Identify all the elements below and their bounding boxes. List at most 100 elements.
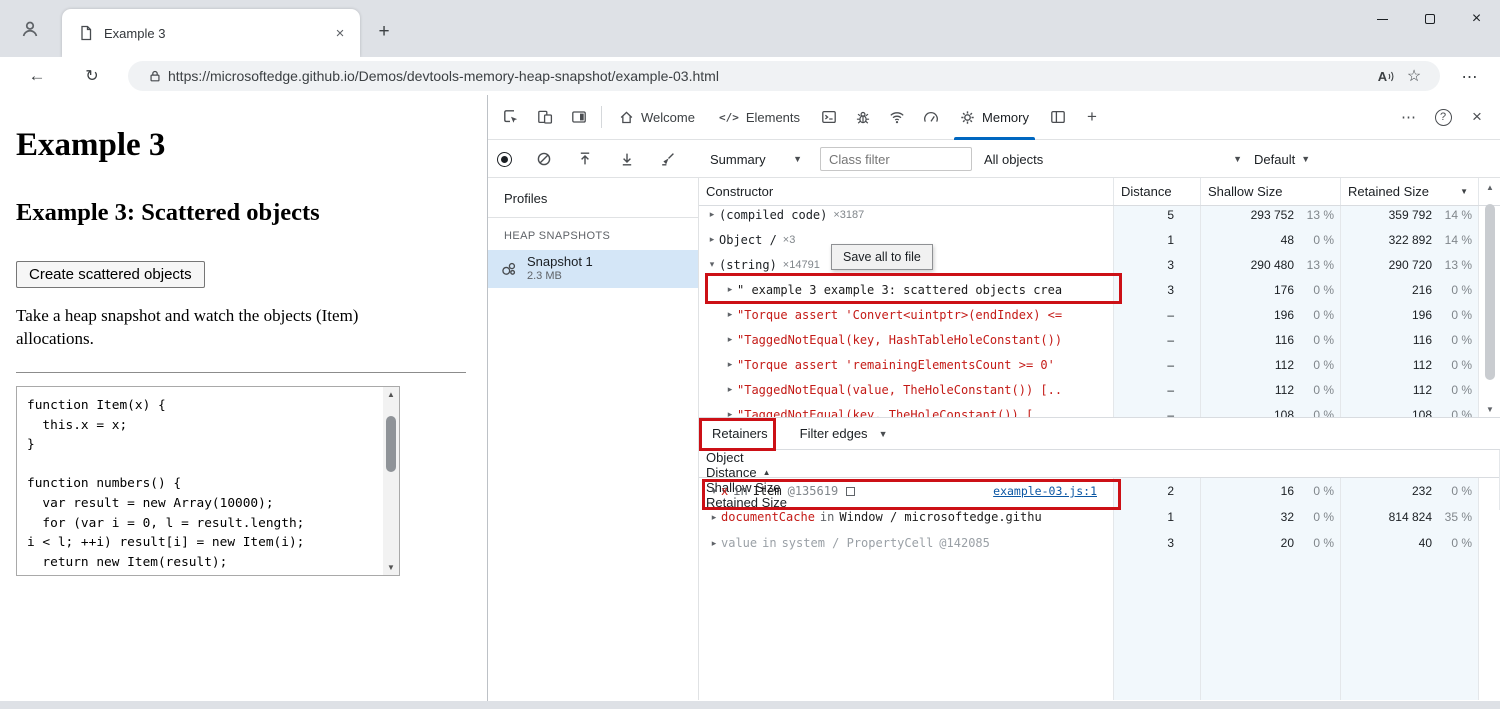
window-close-button[interactable]: ×	[1453, 0, 1500, 38]
profiles-heading: Profiles	[488, 178, 698, 218]
code-scrollbar[interactable]: ▲ ▼	[383, 387, 399, 575]
save-all-to-file-button[interactable]: Save all to file	[831, 244, 933, 270]
heap-grid-row[interactable]: ▸ "Torque assert 'Convert<uintptr>(endInd…	[699, 302, 1500, 327]
content-area: Example 3 Example 3: Scattered objects C…	[0, 95, 1500, 701]
minimize-button[interactable]	[1359, 0, 1406, 38]
column-header-retained[interactable]: Retained Size ▼	[1341, 178, 1479, 205]
heap-grid-row[interactable]: ▸ "TaggedNotEqual(key, HashTableHoleConst…	[699, 327, 1500, 352]
back-button[interactable]: ←	[22, 61, 52, 91]
device-emulation-button[interactable]	[528, 101, 562, 133]
download-arrow-icon	[622, 153, 632, 166]
create-scattered-objects-button[interactable]: Create scattered objects	[16, 261, 205, 288]
column-header-distance[interactable]: Distance	[1114, 178, 1201, 205]
browser-menu-button[interactable]: ⋯	[1456, 63, 1484, 91]
expander-icon[interactable]: ▸	[705, 234, 719, 245]
scroll-up-icon[interactable]: ▲	[383, 387, 399, 402]
sound-waves-icon	[1388, 71, 1394, 81]
dock-side-button[interactable]	[562, 101, 596, 133]
source-link[interactable]: example-03.js:1	[993, 484, 1097, 498]
toolbar-separator	[601, 106, 602, 128]
scroll-up-icon[interactable]: ▲	[1482, 180, 1498, 194]
scrollbar-thumb[interactable]	[1485, 204, 1495, 380]
wifi-icon	[890, 112, 904, 124]
expander-icon[interactable]: ▸	[723, 359, 737, 370]
column-header-constructor[interactable]: Constructor	[699, 178, 1114, 205]
divider	[16, 372, 466, 373]
heap-grid-row[interactable]: ▸ "TaggedNotEqual(value, TheHoleConstant(…	[699, 377, 1500, 402]
heap-grid-row[interactable]: ▸ "Torque assert 'remainingElementsCount …	[699, 352, 1500, 377]
snapshot-item[interactable]: Snapshot 1 2.3 MB	[488, 250, 698, 288]
page-title: Example 3	[16, 127, 166, 163]
retainer-row-highlighted[interactable]: ▾ x in Item @135619 example-03.js:1 2 16…	[699, 478, 1500, 504]
retainer-row[interactable]: ▸ documentCache in Window / microsoftedg…	[699, 504, 1500, 530]
add-panel-button[interactable]: +	[1075, 101, 1109, 133]
tab-network-icon[interactable]	[880, 101, 914, 133]
reveal-object-icon[interactable]	[846, 486, 856, 496]
expander-icon[interactable]: ▸	[723, 409, 737, 417]
devtools-close-button[interactable]: ×	[1460, 101, 1494, 133]
person-icon	[22, 21, 38, 37]
tab-console-icon[interactable]	[812, 101, 846, 133]
class-filter-input[interactable]	[820, 147, 972, 171]
grid-scrollbar[interactable]: ▲ ▼	[1482, 180, 1498, 416]
constructor-grid-header: Constructor Distance Shallow Size Retain…	[699, 178, 1500, 206]
tab-performance-icon[interactable]	[914, 101, 948, 133]
expander-icon[interactable]: ▾	[705, 259, 719, 270]
block-icon	[537, 152, 551, 166]
expander-icon[interactable]: ▸	[705, 209, 719, 220]
tab-debugger-icon[interactable]	[846, 101, 880, 133]
heap-grid-row[interactable]: ▸ Object / ×3 1 48 0 % 322 892 14 %	[699, 227, 1500, 252]
filter-edges-select[interactable]: Filter edges ▼	[800, 426, 888, 441]
tab-close-button[interactable]: ×	[330, 23, 350, 43]
column-header-object[interactable]: Object	[699, 450, 1500, 465]
browser-tab[interactable]: Example 3 ×	[62, 9, 360, 57]
retainer-row[interactable]: ▸ value in system / PropertyCell @142085…	[699, 530, 1500, 556]
constructor-grid-rows: ▸ (compiled code) ×3187 5 293 752 13 % 359 …	[699, 206, 1500, 417]
heap-snapshot-view: Constructor Distance Shallow Size Retain…	[699, 178, 1500, 700]
gauge-icon	[924, 112, 938, 122]
view-select[interactable]: Default ▼	[1254, 147, 1336, 171]
expander-icon[interactable]: ▸	[707, 512, 721, 523]
retainers-grid-header: Object Distance ▲ Shallow Size Retained S…	[699, 450, 1500, 510]
url-field[interactable]: https://microsoftedge.github.io/Demos/de…	[128, 61, 1440, 91]
read-aloud-button[interactable]: A	[1372, 62, 1400, 90]
perspective-select[interactable]: Summary ▼	[710, 147, 802, 171]
profile-avatar[interactable]	[14, 13, 46, 45]
favorites-star-button[interactable]: ☆	[1400, 62, 1428, 90]
object-scope-select[interactable]: All objects ▼	[984, 147, 1242, 171]
scrollbar-thumb[interactable]	[386, 416, 396, 472]
devtools-help-button[interactable]: ?	[1426, 101, 1460, 133]
tab-elements[interactable]: </> Elements	[707, 95, 812, 140]
expander-icon[interactable]: ▾	[707, 486, 721, 497]
inspect-element-button[interactable]	[494, 101, 528, 133]
heap-grid-row-highlighted[interactable]: ▸ " example 3 example 3: scattered object…	[699, 277, 1500, 302]
expander-icon[interactable]: ▸	[723, 334, 737, 345]
expander-icon[interactable]: ▸	[723, 309, 737, 320]
tab-layout-icon[interactable]	[1041, 101, 1075, 133]
tab-title: Example 3	[104, 25, 166, 41]
heap-grid-row[interactable]: ▸ (compiled code) ×3187 5 293 752 13 % 359 …	[699, 206, 1500, 227]
maximize-button[interactable]	[1406, 0, 1453, 38]
clipped-row-wrapper: ▸ (compiled code) ×3187 5 293 752 13 % 359 …	[699, 206, 1500, 227]
expander-icon[interactable]: ▸	[723, 384, 737, 395]
scroll-down-icon[interactable]: ▼	[1482, 402, 1498, 416]
heap-grid-row[interactable]: ▾ (string) ×14791 3 290 480 13 % 290 720 13 …	[699, 252, 1500, 277]
scroll-down-icon[interactable]: ▼	[383, 560, 399, 575]
inspect-icon	[504, 110, 518, 123]
heap-grid-row[interactable]: ▸ "TaggedNotEqual(key, TheHoleConstant())…	[699, 402, 1500, 417]
browser-window: Example 3 × + × ← ↻ https://microsoftedg…	[0, 0, 1500, 709]
tab-welcome[interactable]: Welcome	[607, 95, 707, 140]
record-heap-snapshot-button[interactable]	[490, 145, 518, 173]
chevron-down-icon: ▼	[1301, 154, 1311, 164]
new-tab-button[interactable]: +	[370, 18, 398, 46]
tab-memory[interactable]: Memory	[948, 95, 1041, 140]
clear-profiles-button[interactable]	[530, 145, 558, 173]
save-profile-button[interactable]	[613, 145, 641, 173]
column-header-shallow[interactable]: Shallow Size	[1201, 178, 1341, 205]
load-profile-button[interactable]	[571, 145, 599, 173]
expander-icon[interactable]: ▸	[707, 538, 721, 549]
refresh-button[interactable]: ↻	[77, 61, 107, 91]
devtools-more-button[interactable]: ⋯	[1392, 101, 1426, 133]
delete-profile-button[interactable]	[654, 145, 682, 173]
expander-icon[interactable]: ▸	[723, 284, 737, 295]
